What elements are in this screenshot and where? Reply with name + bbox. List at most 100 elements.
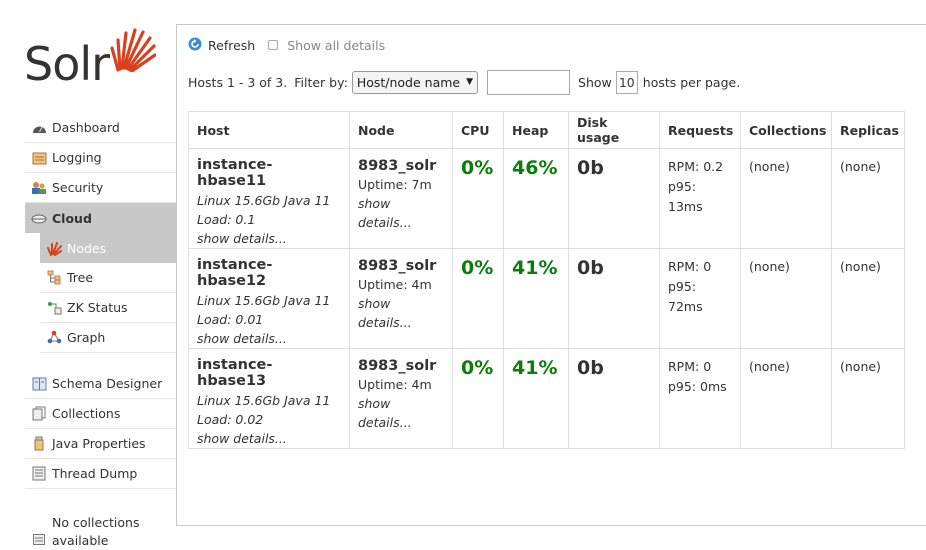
tree-icon: [46, 270, 62, 286]
heap-value: 41%: [512, 357, 558, 379]
no-collections-text: No collections available: [52, 515, 140, 548]
filter-bar: Hosts 1 - 3 of 3. Filter by: Host/node n…: [188, 69, 740, 95]
requests-rpm: RPM: 0.2: [668, 159, 724, 174]
node-cell: 8983_solr Uptime: 4m show details...: [349, 348, 453, 449]
host-name: instance-hbase13: [197, 357, 273, 389]
hosts-per-page-input[interactable]: 10: [615, 70, 638, 94]
cloud-icon: [31, 210, 47, 226]
sidebar-item-label: Dashboard: [52, 120, 120, 135]
column-header-collections[interactable]: Collections: [740, 111, 832, 149]
column-header-node[interactable]: Node: [349, 111, 453, 149]
sidebar-item-label: Cloud: [52, 210, 92, 226]
node-show-details-link[interactable]: show details...: [358, 394, 444, 432]
show-label: Show: [578, 74, 612, 90]
host-show-details-link[interactable]: show details...: [197, 329, 341, 348]
sidebar-item-label: Tree: [67, 270, 94, 285]
cloud-submenu: Nodes Tree ZK Status Graph: [40, 233, 176, 353]
requests-p95: p95: 0ms: [668, 379, 727, 394]
filter-select-value: Host/node name: [356, 74, 461, 90]
sidebar-item-logging[interactable]: Logging: [25, 143, 176, 173]
sidebar-item-thread-dump[interactable]: Thread Dump: [25, 459, 176, 489]
refresh-icon: [188, 37, 202, 54]
graph-icon: [46, 330, 62, 346]
replicas-value: (none): [840, 159, 881, 174]
sidebar-item-graph[interactable]: Graph: [40, 323, 176, 353]
host-name: instance-hbase12: [197, 257, 273, 289]
replicas-value: (none): [840, 359, 881, 374]
sidebar-item-label: Logging: [52, 150, 102, 165]
host-cell: instance-hbase12 Linux 15.6Gb Java 11 Lo…: [188, 248, 350, 349]
sidebar-item-label: Collections: [52, 406, 121, 421]
show-all-label: Show all details: [287, 37, 386, 53]
host-info: Linux 15.6Gb Java 11: [197, 293, 331, 308]
host-load: Load: 0.02: [197, 412, 264, 427]
host-load: Load: 0.01: [197, 312, 264, 327]
refresh-label: Refresh: [208, 37, 256, 53]
hosts-summary: Hosts 1 - 3 of 3.: [188, 74, 288, 90]
collections-icon: [31, 406, 47, 422]
node-uptime: Uptime: 4m: [358, 277, 432, 292]
schema-designer-icon: [31, 376, 47, 392]
refresh-button[interactable]: Refresh: [188, 37, 255, 54]
node-show-details-link[interactable]: show details...: [358, 294, 444, 332]
column-header-host[interactable]: Host: [188, 111, 350, 149]
host-show-details-link[interactable]: show details...: [197, 429, 341, 448]
column-header-heap[interactable]: Heap: [503, 111, 569, 149]
host-name: instance-hbase11: [197, 157, 273, 189]
sidebar-item-label: Security: [52, 180, 104, 195]
show-all-checkbox[interactable]: [268, 40, 279, 50]
nodes-toolbar: Refresh Show all details: [188, 36, 385, 54]
chevron-down-icon: ▼: [466, 77, 474, 87]
column-header-disk-usage[interactable]: Disk usage: [568, 111, 660, 149]
replicas-value: (none): [840, 259, 881, 274]
sidebar-item-security[interactable]: Security: [25, 173, 176, 203]
table-row: instance-hbase12 Linux 15.6Gb Java 11 Lo…: [188, 248, 905, 349]
sidebar-item-tree[interactable]: Tree: [40, 263, 176, 293]
logo-text: Solr: [24, 37, 110, 91]
requests-p95: p95: 72ms: [668, 279, 703, 314]
node-uptime: Uptime: 7m: [358, 177, 432, 192]
filter-input[interactable]: [487, 69, 571, 95]
sidebar-item-collections[interactable]: Collections: [25, 399, 176, 429]
sidebar-item-schema-designer[interactable]: Schema Designer: [25, 369, 176, 399]
host-info: Linux 15.6Gb Java 11: [197, 393, 331, 408]
filter-type-select[interactable]: Host/node name ▼: [351, 70, 479, 94]
requests-cell: RPM: 0.2 p95: 13ms: [659, 148, 741, 249]
sidebar-item-label: Java Properties: [52, 436, 146, 451]
collections-value: (none): [749, 159, 790, 174]
requests-cell: RPM: 0 p95: 72ms: [659, 248, 741, 349]
thread-dump-icon: [31, 466, 47, 482]
cpu-value: 0%: [461, 357, 494, 379]
solr-sun-icon: [110, 28, 156, 72]
solr-logo[interactable]: Solr: [24, 22, 159, 94]
security-icon: [31, 180, 47, 196]
sidebar-item-zk-status[interactable]: ZK Status: [40, 293, 176, 323]
table-row: instance-hbase13 Linux 15.6Gb Java 11 Lo…: [188, 348, 905, 449]
cpu-value: 0%: [461, 257, 494, 279]
node-name[interactable]: 8983_solr: [358, 358, 444, 374]
node-show-details-link[interactable]: show details...: [358, 194, 444, 232]
host-show-details-link[interactable]: show details...: [197, 229, 341, 248]
zk-status-icon: [46, 300, 62, 316]
sidebar-lower: Schema Designer Collections Java Propert…: [25, 369, 176, 489]
column-header-cpu[interactable]: CPU: [452, 111, 504, 149]
show-all-details-toggle[interactable]: Show all details: [268, 38, 385, 53]
nodes-table: Host Node CPU Heap Disk usage Requests C…: [188, 111, 905, 449]
host-cell: instance-hbase13 Linux 15.6Gb Java 11 Lo…: [188, 348, 350, 449]
sidebar-item-dashboard[interactable]: Dashboard: [25, 113, 176, 143]
sidebar-item-nodes[interactable]: Nodes: [40, 233, 176, 263]
table-header-row: Host Node CPU Heap Disk usage Requests C…: [188, 111, 905, 149]
sidebar-item-cloud[interactable]: Cloud: [25, 203, 176, 233]
collection-selector-icon: [33, 533, 45, 548]
node-name[interactable]: 8983_solr: [358, 258, 444, 274]
java-properties-icon: [31, 436, 47, 452]
column-header-requests[interactable]: Requests: [659, 111, 741, 149]
disk-usage-value: 0b: [577, 257, 604, 279]
node-cell: 8983_solr Uptime: 4m show details...: [349, 248, 453, 349]
node-name[interactable]: 8983_solr: [358, 158, 444, 174]
requests-p95: p95: 13ms: [668, 179, 703, 214]
sidebar-item-java-properties[interactable]: Java Properties: [25, 429, 176, 459]
column-header-replicas[interactable]: Replicas: [831, 111, 905, 149]
sidebar-item-label: Nodes: [67, 240, 107, 256]
requests-cell: RPM: 0 p95: 0ms: [659, 348, 741, 449]
